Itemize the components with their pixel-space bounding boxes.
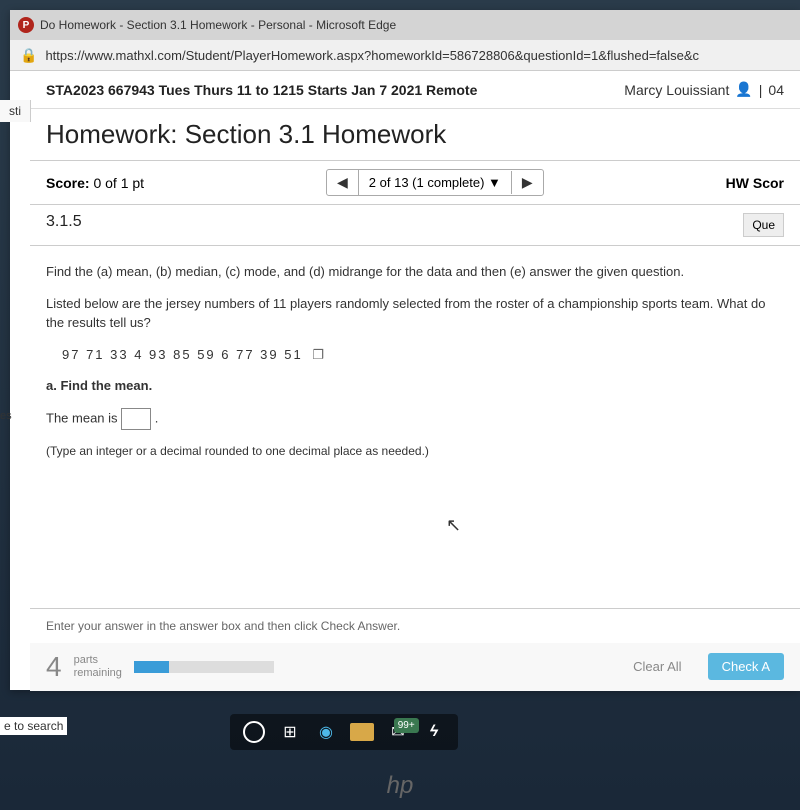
parts-remaining-count: 4	[46, 651, 62, 683]
question-body: Find the (a) mean, (b) median, (c) mode,…	[30, 246, 800, 608]
question-description: Listed below are the jersey numbers of 1…	[46, 294, 784, 333]
url-text: https://www.mathxl.com/Student/PlayerHom…	[45, 48, 699, 63]
homework-title: Homework: Section 3.1 Homework	[30, 109, 800, 161]
divider: |	[759, 82, 763, 98]
mean-input[interactable]	[121, 408, 151, 430]
score-label: Score:	[46, 175, 90, 191]
part-a-label: a. Find the mean.	[46, 376, 784, 396]
cortana-icon[interactable]	[238, 718, 270, 746]
user-info: Marcy Louissiant 👤 | 04	[624, 81, 784, 98]
user-name: Marcy Louissiant	[624, 82, 729, 98]
search-hint: e to search	[0, 717, 67, 735]
parts-remaining-label: parts remaining	[74, 654, 122, 678]
data-values: 97 71 33 4 93 85 59 6 77 39 51 ❐	[46, 345, 784, 365]
tab-title: Do Homework - Section 3.1 Homework - Per…	[40, 18, 396, 32]
score-display: Score: 0 of 1 pt	[46, 175, 144, 191]
edge-icon[interactable]: ◉	[310, 718, 342, 746]
answer-hint: (Type an integer or a decimal rounded to…	[46, 442, 784, 460]
question-help-button[interactable]: Que	[743, 213, 784, 237]
browser-window: P Do Homework - Section 3.1 Homework - P…	[10, 10, 800, 690]
task-view-icon[interactable]: ⊞	[274, 718, 306, 746]
answer-stem: The mean is	[46, 410, 118, 425]
answer-period: .	[155, 410, 159, 425]
progress-bar	[134, 661, 274, 673]
question-header-row: 3.1.5 Que	[30, 205, 800, 246]
explorer-icon[interactable]	[346, 718, 378, 746]
score-row: Score: 0 of 1 pt ◀ 2 of 13 (1 complete) …	[30, 161, 800, 205]
score-value: 0 of 1 pt	[93, 175, 144, 191]
hw-score-label: HW Scor	[726, 175, 784, 191]
course-name: STA2023 667943 Tues Thurs 11 to 1215 Sta…	[46, 82, 477, 98]
footer-prompt: Enter your answer in the answer box and …	[30, 608, 800, 643]
question-navigator: ◀ 2 of 13 (1 complete) ▼ ▶	[144, 169, 726, 196]
check-answer-button[interactable]: Check A	[708, 653, 784, 680]
mail-icon[interactable]: ✉99+	[382, 718, 414, 746]
cursor-icon: ↖	[446, 512, 461, 539]
url-bar[interactable]: 🔒 https://www.mathxl.com/Student/PlayerH…	[10, 40, 800, 71]
course-header: STA2023 667943 Tues Thurs 11 to 1215 Sta…	[30, 71, 800, 109]
nav-prev-button[interactable]: ◀	[327, 170, 359, 195]
user-icon[interactable]: 👤	[735, 81, 752, 98]
question-intro: Find the (a) mean, (b) median, (c) mode,…	[46, 262, 784, 282]
date-fragment: 04	[768, 82, 784, 98]
content-area: STA2023 667943 Tues Thurs 11 to 1215 Sta…	[30, 71, 800, 691]
nav-position[interactable]: 2 of 13 (1 complete) ▼	[359, 171, 512, 194]
copy-icon[interactable]: ❐	[312, 347, 326, 362]
browser-tab-bar: P Do Homework - Section 3.1 Homework - P…	[10, 10, 800, 40]
left-label-es: es	[0, 410, 12, 422]
answer-line: The mean is .	[46, 408, 784, 430]
nav-next-button[interactable]: ▶	[512, 170, 543, 195]
mail-badge: 99+	[394, 718, 419, 733]
windows-taskbar: ⊞ ◉ ✉99+ ϟ	[230, 714, 458, 750]
hp-logo: hp	[387, 772, 414, 800]
footer-bar: 4 parts remaining Clear All Check A	[30, 643, 800, 691]
pearson-icon: P	[18, 17, 34, 33]
app-icon[interactable]: ϟ	[418, 718, 450, 746]
left-sidebar-fragment: sti	[0, 100, 31, 122]
lock-icon: 🔒	[20, 47, 37, 64]
question-number: 3.1.5	[46, 213, 82, 237]
clear-all-button[interactable]: Clear All	[619, 653, 695, 680]
progress-fill	[134, 661, 169, 673]
